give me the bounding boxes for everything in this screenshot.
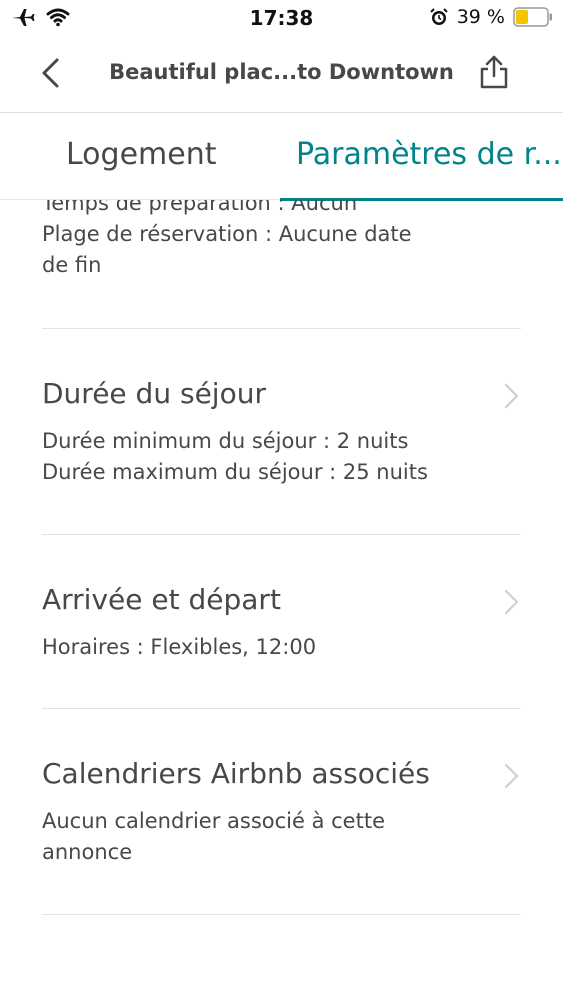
booking-window-section[interactable]: Temps de préparation : Aucun Plage de ré…	[42, 200, 462, 281]
status-bar: 17:38 39 %	[0, 0, 563, 36]
chevron-right-icon	[504, 383, 519, 409]
detail-line: Durée maximum du séjour : 25 nuits	[42, 460, 428, 484]
detail-line: Aucun calendrier associé à cette	[42, 809, 385, 833]
section-body: Aucun calendrier associé à cette annonce	[42, 806, 462, 868]
section-duree-sejour[interactable]: Durée du séjour Durée minimum du séjour …	[42, 376, 521, 488]
tab-parametres[interactable]: Paramètres de r...	[296, 137, 562, 172]
detail-line: Plage de réservation : Aucune date	[42, 222, 412, 246]
nav-bar: Beautiful plac...to Downtown	[0, 36, 563, 113]
divider	[42, 534, 521, 535]
divider	[42, 914, 521, 915]
page-title: Beautiful plac...to Downtown	[109, 60, 454, 84]
section-title: Calendriers Airbnb associés	[42, 757, 430, 790]
section-title: Durée du séjour	[42, 377, 266, 410]
divider	[42, 328, 521, 329]
alarm-icon	[430, 8, 448, 25]
status-right: 39 %	[429, 6, 553, 28]
settings-content[interactable]: Temps de préparation : Aucun Plage de ré…	[0, 200, 563, 999]
tab-logement[interactable]: Logement	[66, 137, 217, 172]
chevron-right-icon	[504, 589, 519, 615]
section-body: Durée minimum du séjour : 2 nuits Durée …	[42, 426, 462, 488]
chevron-left-icon[interactable]	[36, 56, 70, 90]
detail-line: Temps de préparation : Aucun	[42, 200, 358, 215]
divider	[42, 708, 521, 709]
detail-line: annonce	[42, 840, 133, 864]
chevron-right-icon	[504, 763, 519, 789]
section-calendriers-associes[interactable]: Calendriers Airbnb associés Aucun calend…	[42, 756, 521, 868]
detail-line: Durée minimum du séjour : 2 nuits	[42, 429, 409, 453]
share-icon[interactable]	[477, 54, 511, 90]
section-arrivee-depart[interactable]: Arrivée et départ Horaires : Flexibles, …	[42, 582, 521, 663]
battery-icon	[513, 7, 552, 27]
section-body: Horaires : Flexibles, 12:00	[42, 632, 462, 663]
battery-percent: 39 %	[456, 6, 505, 28]
section-title: Arrivée et départ	[42, 583, 281, 616]
tab-bar: Logement Paramètres de r...	[0, 113, 563, 201]
detail-line: Horaires : Flexibles, 12:00	[42, 635, 317, 659]
detail-line: de fin	[42, 253, 102, 277]
